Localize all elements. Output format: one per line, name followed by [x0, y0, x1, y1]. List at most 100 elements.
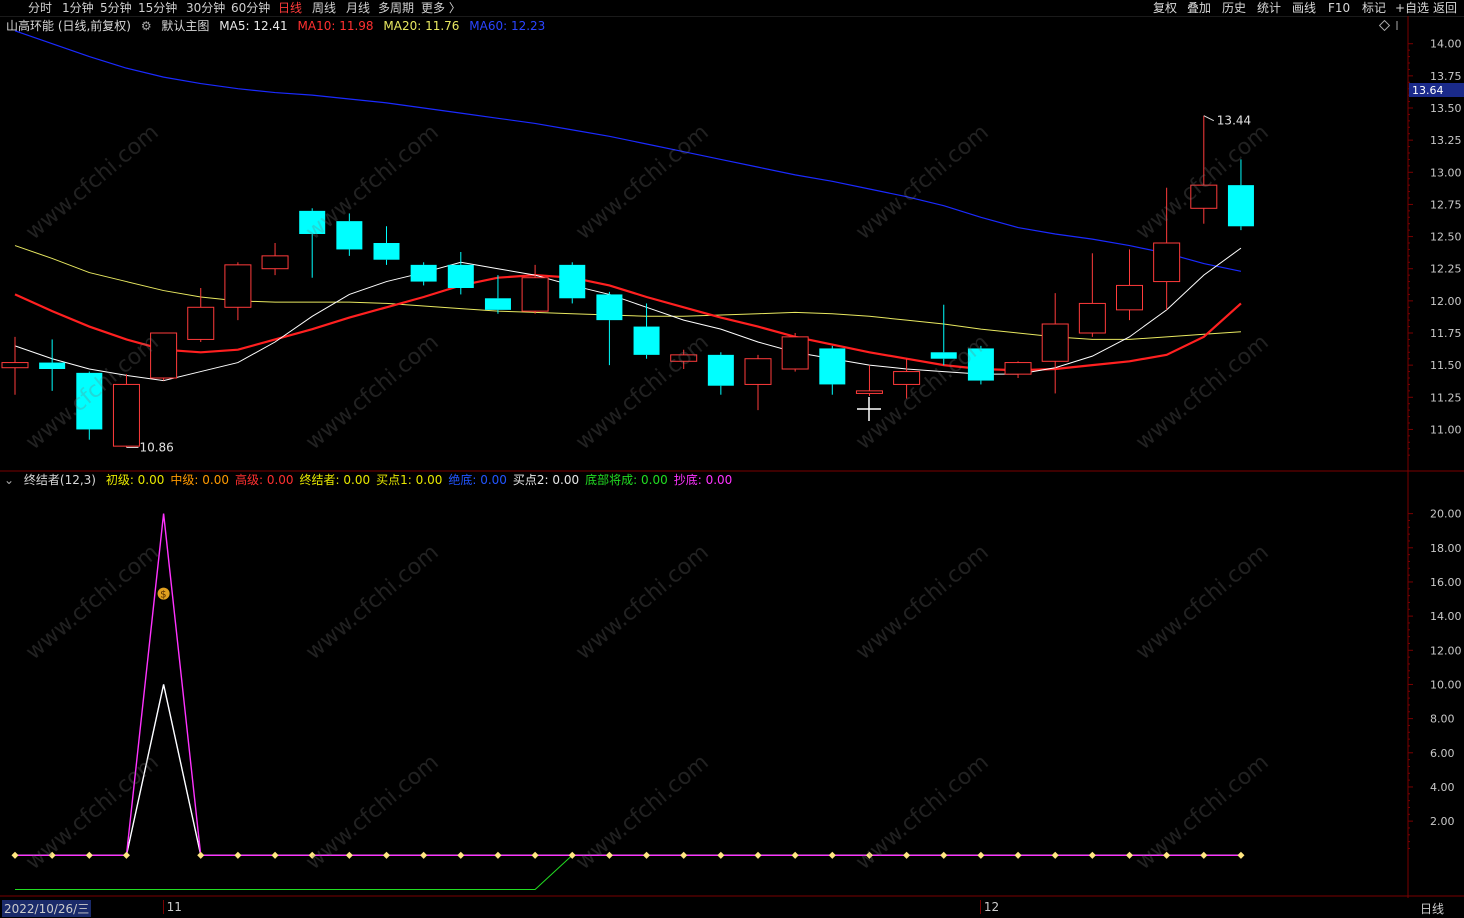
period-tab-3[interactable]: 15分钟 [138, 0, 177, 16]
signal-dot [271, 851, 279, 859]
current-price-label: 13.64 [1412, 84, 1444, 97]
candle-down [1227, 185, 1254, 227]
period-tab-10[interactable]: 更多 〉 [421, 0, 461, 16]
period-tab-4[interactable]: 30分钟 [186, 0, 225, 16]
candle-up [1041, 323, 1069, 362]
signal-dot [791, 851, 799, 859]
indicator-tick-label: 14.00 [1430, 610, 1462, 623]
candle-down [373, 243, 400, 260]
diamond-icon [1378, 19, 1391, 32]
period-label[interactable]: 日线 [1420, 900, 1444, 917]
jue-di-line [15, 684, 1241, 856]
candle-up [1078, 302, 1106, 334]
toolbar-button-6[interactable]: 标记 [1362, 0, 1386, 16]
indicator-tick-label: 12.00 [1430, 644, 1462, 657]
ma60-line [14, 30, 1242, 272]
chaodi-line [15, 513, 1241, 856]
signal-dot [1014, 851, 1022, 859]
toolbar-button-3[interactable]: 统计 [1257, 0, 1281, 16]
candle-down [484, 298, 511, 310]
date-axis-label: 12 [979, 900, 999, 914]
signal-dot [48, 851, 56, 859]
candle-down [410, 264, 437, 282]
period-tab-6[interactable]: 日线 [278, 0, 302, 16]
price-tick-label: 14.00 [1430, 38, 1462, 51]
candle-up [521, 277, 549, 312]
chart-area[interactable]: 14.00 13.75 13.50 13.25 13.00 12.75 12.50 12.25… [0, 16, 1464, 898]
period-tab-2[interactable]: 5分钟 [100, 0, 132, 16]
candle-up [1190, 184, 1218, 209]
signal-dot [828, 851, 836, 859]
price-tick-label: 12.25 [1430, 263, 1462, 276]
price-tick-label: 12.75 [1430, 198, 1462, 211]
candle-down [299, 210, 326, 234]
candle-down [967, 348, 994, 381]
signal-dot [680, 851, 688, 859]
signal-dot [1163, 851, 1171, 859]
signal-dot [605, 851, 613, 859]
signal-dot [11, 851, 19, 859]
candle-up [1153, 242, 1181, 283]
candle-up [781, 336, 809, 370]
high-marker [1203, 115, 1215, 122]
candle-up [1116, 284, 1143, 311]
candle-down [336, 221, 363, 250]
signal-dot [122, 851, 130, 859]
indicator-tick-label: 18.00 [1430, 542, 1462, 555]
period-tab-0[interactable]: 分时 [28, 0, 52, 16]
candle-up [1, 362, 29, 369]
period-tab-9[interactable]: 多周期 [378, 0, 414, 16]
candle-up [224, 264, 252, 308]
period-tab-1[interactable]: 1分钟 [62, 0, 94, 16]
period-tab-7[interactable]: 周线 [312, 0, 336, 16]
signal-dot [717, 851, 725, 859]
indicator-tick-label: 10.00 [1430, 678, 1462, 691]
signal-dot [494, 851, 502, 859]
price-tick-label: 13.00 [1430, 166, 1462, 179]
toolbar-button-7[interactable]: +自选 [1395, 0, 1429, 16]
signal-dot [420, 851, 428, 859]
candle-down [39, 362, 66, 369]
crosshair-date: 2022/10/26/三 [2, 900, 92, 917]
toolbar-button-0[interactable]: 复权 [1153, 0, 1177, 16]
candle-up [187, 306, 215, 340]
candle-up [670, 354, 698, 362]
indicator-tick-label: 4.00 [1430, 781, 1455, 794]
candle-down [559, 264, 586, 299]
signal-dot [643, 851, 651, 859]
signal-dot [940, 851, 948, 859]
date-axis: 2022/10/26/三 日线 11 12 [0, 898, 1464, 918]
toolbar-button-2[interactable]: 历史 [1222, 0, 1246, 16]
money-bag-icon: $ [160, 590, 166, 601]
candle-down [930, 352, 957, 359]
toolbar-button-4[interactable]: 画线 [1292, 0, 1316, 16]
indicator-tick-label: 8.00 [1430, 713, 1455, 726]
price-tick-label: 13.50 [1430, 102, 1462, 115]
price-tick-label: 11.75 [1430, 327, 1462, 340]
maidian2-line [15, 684, 1241, 856]
candle-down [596, 294, 623, 321]
signal-dot [197, 851, 205, 859]
candle-down [707, 354, 734, 386]
price-tick-label: 12.50 [1430, 231, 1462, 244]
indicator-tick-label: 2.00 [1430, 815, 1455, 828]
toolbar-button-1[interactable]: 叠加 [1187, 0, 1211, 16]
indicator-tick-label: 20.00 [1430, 508, 1462, 521]
signal-dot [85, 851, 93, 859]
candle-up [150, 332, 178, 379]
candle-down [633, 326, 660, 355]
signal-dot [1051, 851, 1059, 859]
period-tab-8[interactable]: 月线 [346, 0, 370, 16]
signal-dot [1237, 851, 1245, 859]
indicator-tick-label: 16.00 [1430, 576, 1462, 589]
dibu-line [15, 854, 1241, 890]
price-tick-label: 11.25 [1430, 391, 1462, 404]
period-tab-5[interactable]: 60分钟 [231, 0, 270, 16]
signal-dot [382, 851, 391, 859]
toolbar-button-5[interactable]: F10 [1328, 0, 1350, 16]
signal-dot [977, 851, 985, 859]
signal-dot [865, 851, 873, 859]
toolbar-button-8[interactable]: 返回 [1433, 0, 1457, 16]
indicator-tick-label: 6.00 [1430, 747, 1455, 760]
candle-down [819, 348, 846, 385]
